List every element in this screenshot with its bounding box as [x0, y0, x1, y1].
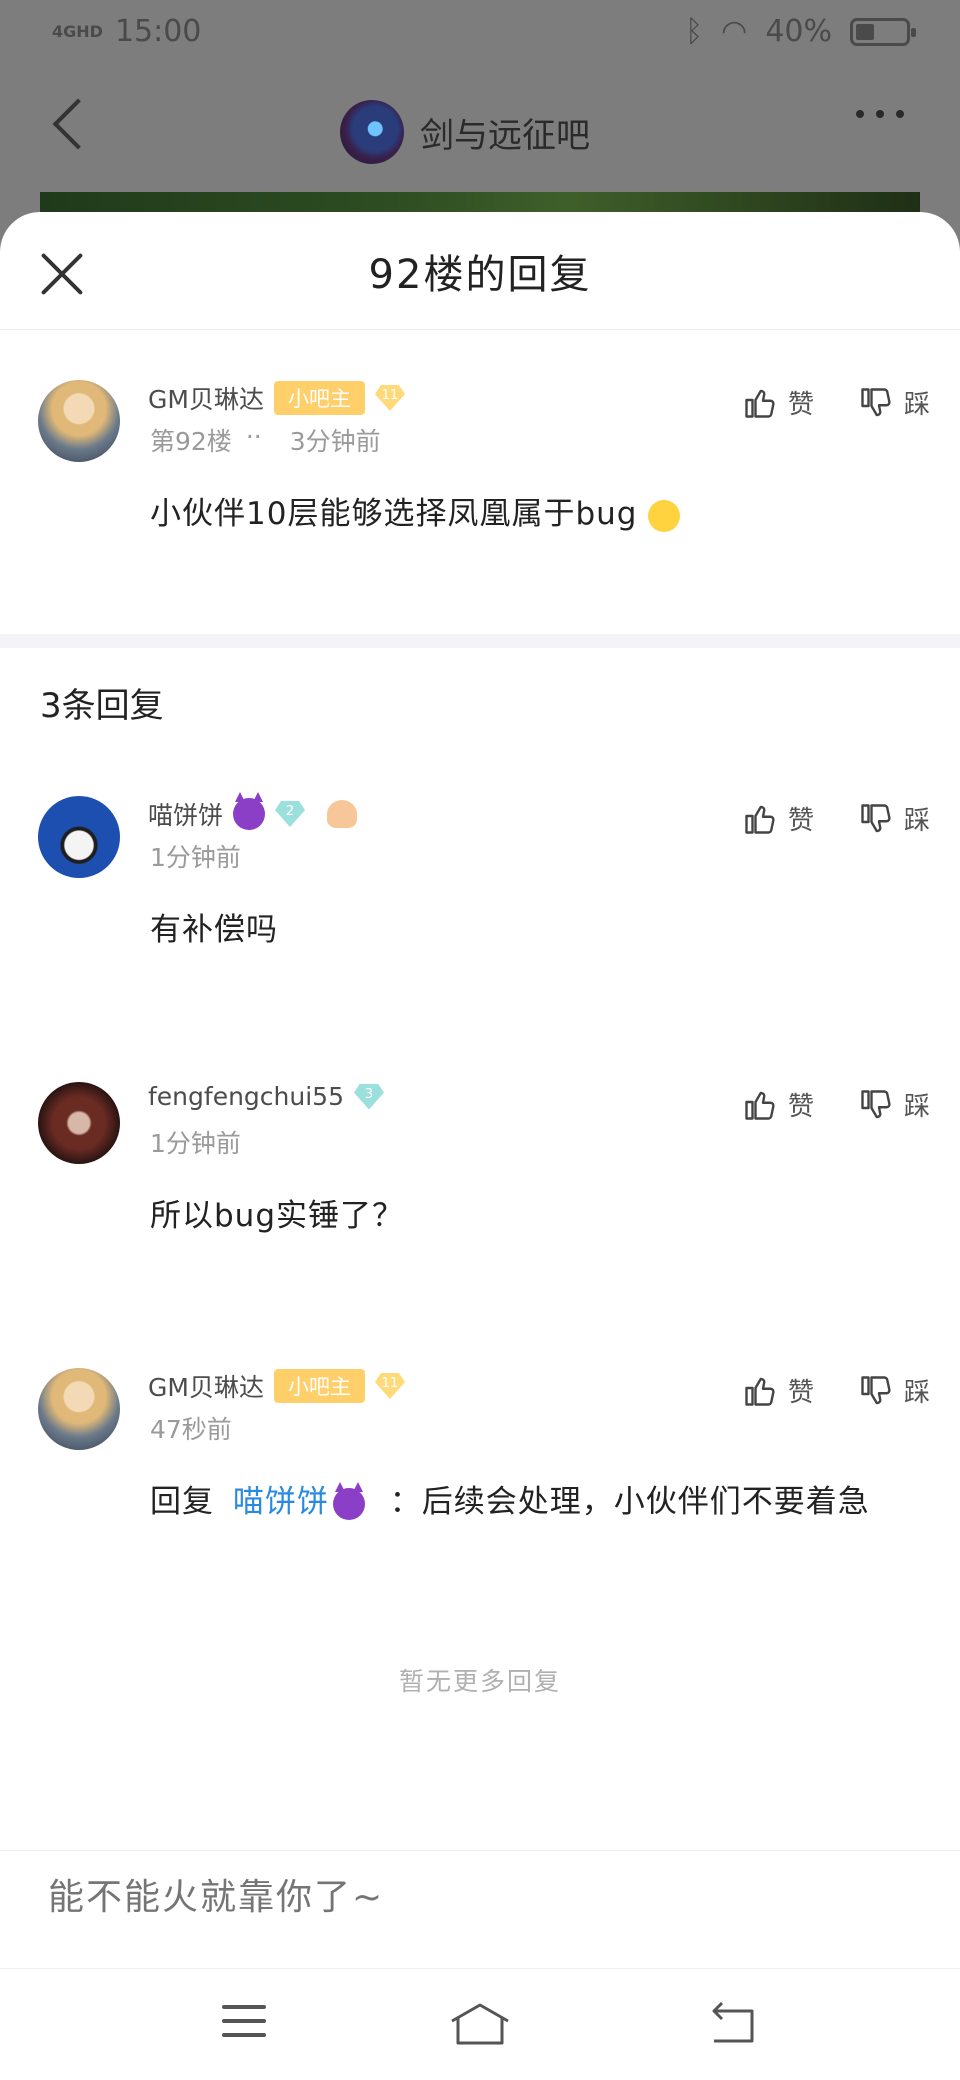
- username[interactable]: GM贝琳达: [148, 380, 264, 416]
- thumbs-down-icon: [858, 801, 894, 837]
- reply-prefix: 回复: [150, 1484, 214, 1520]
- status-bar: 4GHD 15:00 ᛒ ◠ 40%: [0, 0, 960, 70]
- reply-content: 有补偿吗: [150, 912, 278, 948]
- bluetooth-icon: ᛒ: [685, 14, 704, 49]
- like-button[interactable]: 赞: [742, 1372, 814, 1409]
- level-badge: 11: [374, 1373, 405, 1399]
- level-badge: 11: [374, 385, 405, 411]
- home-icon[interactable]: [448, 1999, 509, 2049]
- avatar[interactable]: [38, 1368, 120, 1450]
- main-post: GM贝琳达 小吧主 11 第92楼 ·· 3分钟前 小伙伴10层能够选择凤凰属于…: [0, 380, 960, 630]
- reply-content: 所以bug实锤了？: [150, 1198, 405, 1234]
- role-badge: 小吧主: [273, 1369, 365, 1403]
- like-button[interactable]: 赞: [742, 1086, 814, 1123]
- dislike-label: 踩: [903, 1092, 930, 1122]
- meta-dots: ··: [245, 422, 262, 451]
- thumbs-down-icon: [858, 1087, 894, 1123]
- like-label: 赞: [787, 390, 814, 420]
- dislike-label: 踩: [903, 806, 930, 836]
- like-label: 赞: [787, 1092, 814, 1122]
- reply-item: 喵饼饼 2 1分钟前 有补偿吗 赞 踩: [0, 792, 960, 996]
- reply-item: fengfengchui55 3 1分钟前 所以bug实锤了？ 赞 踩: [0, 1082, 960, 1282]
- like-label: 赞: [787, 1378, 814, 1408]
- thumbs-down-icon: [858, 1373, 894, 1409]
- reply-sheet: 92楼的回复 GM贝琳达 小吧主 11 第92楼 ·· 3分钟前 小伙伴10层能…: [0, 212, 960, 2080]
- level-badge: 3: [353, 1083, 384, 1110]
- more-icon[interactable]: [856, 110, 904, 118]
- floor-number: 第92楼: [150, 427, 232, 456]
- reply-time: 1分钟前: [150, 1129, 241, 1158]
- section-divider: [0, 634, 960, 648]
- thumbs-up-icon: [742, 385, 778, 421]
- dislike-button[interactable]: 踩: [858, 384, 930, 421]
- dislike-button[interactable]: 踩: [858, 1372, 930, 1409]
- pleading-face-icon: [648, 499, 681, 532]
- devil-emoji-icon: [332, 1481, 365, 1520]
- reply-item: GM贝琳达 小吧主 11 47秒前 回复 喵饼饼 ：后续会处理，小伙伴们不要着急…: [0, 1368, 960, 1568]
- reply-input[interactable]: [48, 1877, 908, 1918]
- reply-time: 47秒前: [150, 1415, 232, 1444]
- mention-link[interactable]: 喵饼饼: [233, 1484, 329, 1520]
- no-more-replies: 暂无更多回复: [398, 1667, 561, 1696]
- thumbs-up-icon: [742, 1373, 778, 1409]
- forum-logo: [340, 100, 404, 164]
- dislike-button[interactable]: 踩: [858, 1086, 930, 1123]
- username[interactable]: GM贝琳达: [148, 1368, 264, 1404]
- thumbs-up-icon: [742, 1087, 778, 1123]
- wifi-icon: ◠: [721, 14, 748, 49]
- menu-icon[interactable]: [218, 1999, 278, 2049]
- network-indicator: 4GHD: [52, 22, 103, 41]
- like-button[interactable]: 赞: [742, 384, 814, 421]
- thumbs-down-icon: [858, 385, 894, 421]
- devil-emoji-icon: [233, 792, 266, 830]
- avatar[interactable]: [38, 1082, 120, 1164]
- role-badge: 小吧主: [273, 381, 365, 415]
- avatar[interactable]: [38, 380, 120, 462]
- replies-count-title: 3条回复: [40, 686, 164, 726]
- screen: 4GHD 15:00 ᛒ ◠ 40% 剑与远征吧 92楼的回复 GM贝琳达 小吧…: [0, 0, 960, 2080]
- dislike-button[interactable]: 踩: [858, 800, 930, 837]
- dislike-label: 踩: [903, 1378, 930, 1408]
- post-time: 3分钟前: [289, 427, 381, 456]
- level-badge: 2: [275, 801, 306, 827]
- forum-header: 剑与远征吧: [0, 70, 960, 190]
- system-nav-bar: [0, 1968, 960, 2080]
- back-icon[interactable]: [52, 98, 104, 150]
- forum-title: 剑与远征吧: [420, 115, 590, 156]
- like-button[interactable]: 赞: [742, 800, 814, 837]
- battery-percent: 40%: [765, 14, 832, 49]
- avatar[interactable]: [38, 796, 120, 878]
- post-content: 小伙伴10层能够选择凤凰属于bug: [150, 488, 681, 533]
- dislike-label: 踩: [903, 390, 930, 420]
- status-time: 15:00: [114, 14, 202, 49]
- username[interactable]: fengfengchui55: [148, 1082, 344, 1111]
- reply-time: 1分钟前: [150, 843, 241, 872]
- thumbs-up-icon: [742, 801, 778, 837]
- battery-icon: [850, 17, 916, 46]
- reply-content: 回复 喵饼饼 ：后续会处理，小伙伴们不要着急: [150, 1476, 870, 1521]
- sheet-title: 92楼的回复: [368, 252, 592, 298]
- username[interactable]: 喵饼饼: [148, 796, 223, 832]
- reply-suffix: ：后续会处理，小伙伴们不要着急: [389, 1484, 870, 1520]
- reply-input-bar: [0, 1850, 960, 1968]
- like-label: 赞: [787, 806, 814, 836]
- sheet-header: 92楼的回复: [0, 212, 960, 330]
- back-nav-icon[interactable]: [704, 1999, 764, 2049]
- praying-hands-icon: [327, 800, 358, 828]
